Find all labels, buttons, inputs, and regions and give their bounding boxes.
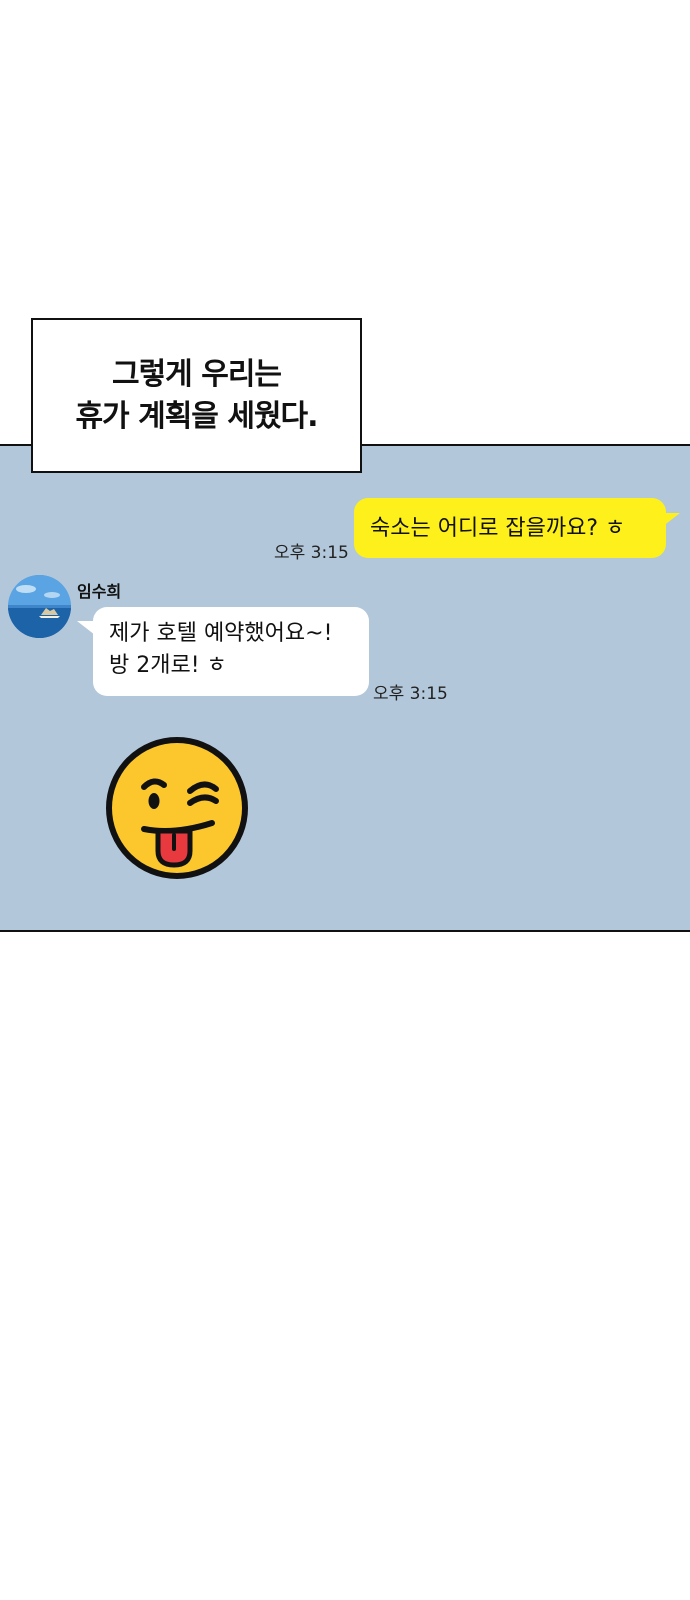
incoming-message-line-1: 제가 호텔 예약했어요~! bbox=[109, 621, 333, 646]
outgoing-message-bubble[interactable]: 숙소는 어디로 잡을까요? ㅎ bbox=[354, 498, 666, 558]
incoming-message-line-2: 방 2개로! ㅎ bbox=[109, 653, 227, 678]
outgoing-message-text: 숙소는 어디로 잡을까요? ㅎ bbox=[370, 516, 626, 541]
caption-line-2: 휴가 계획을 세웠다. bbox=[75, 398, 318, 434]
caption-line-1: 그렇게 우리는 bbox=[111, 356, 282, 392]
narration-caption: 그렇게 우리는 휴가 계획을 세웠다. bbox=[31, 318, 362, 473]
winking-tongue-emoji-sticker[interactable] bbox=[104, 735, 250, 881]
sender-avatar[interactable] bbox=[8, 575, 71, 638]
incoming-message-bubble[interactable]: 제가 호텔 예약했어요~! 방 2개로! ㅎ bbox=[93, 607, 369, 696]
winking-tongue-emoji-icon bbox=[106, 737, 248, 879]
incoming-message-time: 오후 3:15 bbox=[373, 684, 448, 704]
outgoing-bubble-tail bbox=[662, 513, 680, 527]
sender-name: 임수희 bbox=[77, 582, 122, 601]
outgoing-message-time: 오후 3:15 bbox=[274, 543, 349, 563]
avatar-sea-image bbox=[8, 575, 71, 638]
